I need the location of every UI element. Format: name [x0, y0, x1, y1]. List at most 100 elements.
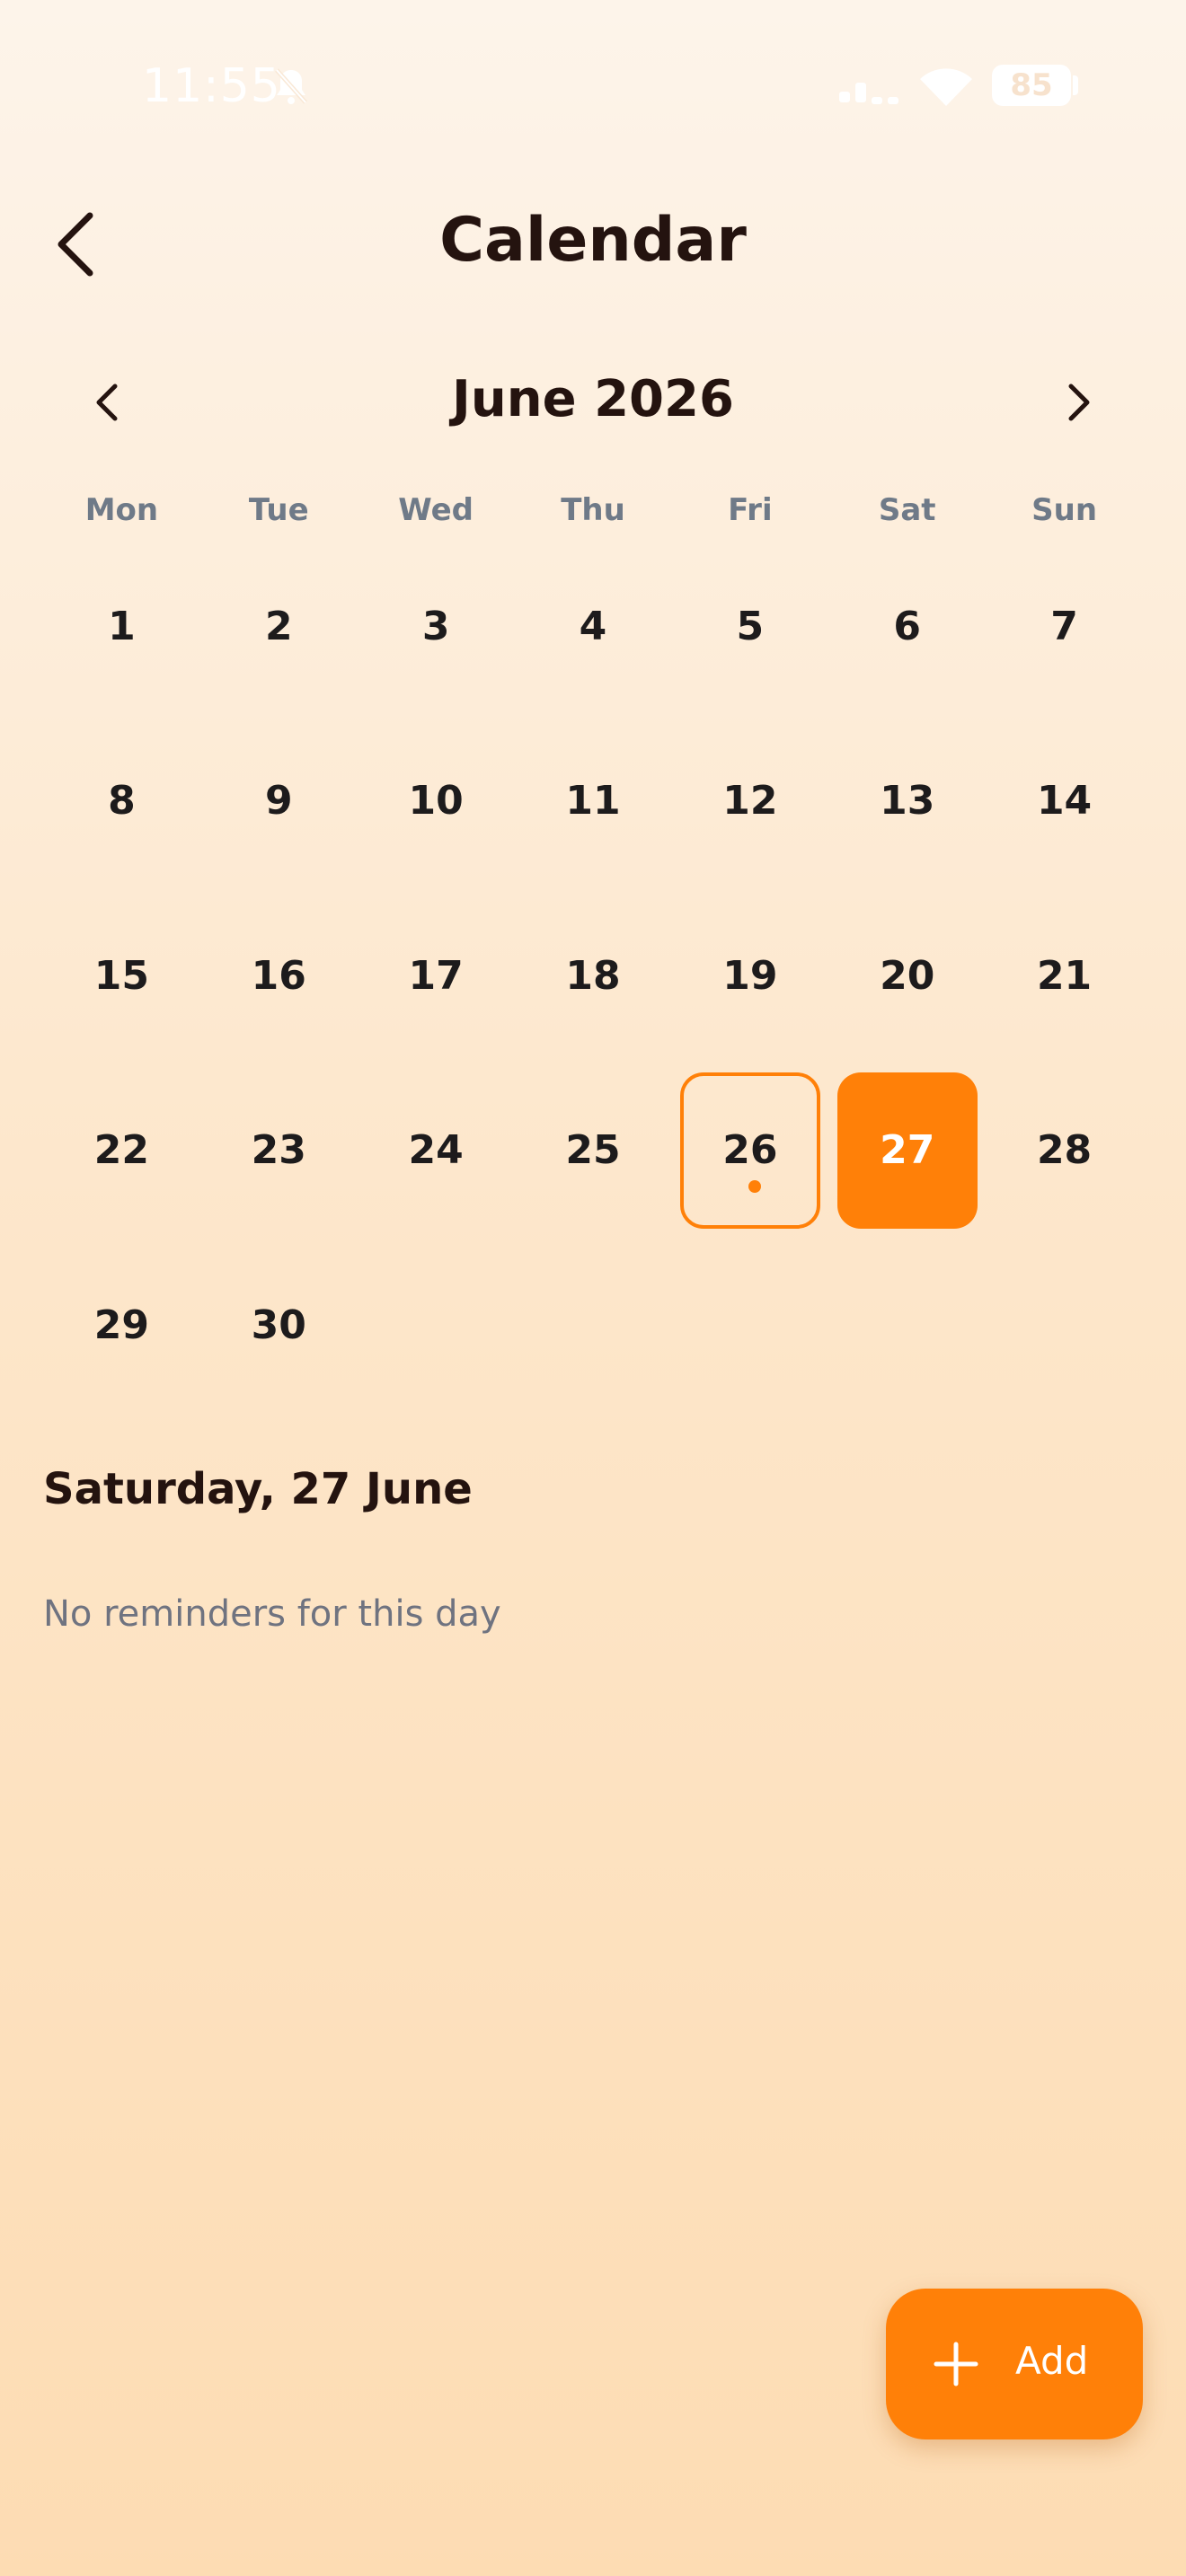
- day-button[interactable]: 30: [208, 1247, 349, 1403]
- day-button[interactable]: 1: [51, 548, 191, 704]
- day-button[interactable]: 13: [837, 723, 978, 879]
- day-button[interactable]: 10: [366, 723, 506, 879]
- day-number: 15: [93, 952, 150, 999]
- day-cell[interactable]: 22: [43, 1063, 200, 1239]
- day-cell[interactable]: 28: [986, 1063, 1143, 1239]
- day-number: 11: [565, 778, 621, 825]
- signal-icon: [839, 83, 898, 104]
- day-number: 27: [880, 1127, 935, 1174]
- calendar-grid: 1 2 3 4 5 6 7 8 9 10 11 12 13 14 15 16 17 18 19 20 21 22 23 24 2…: [43, 539, 1143, 1413]
- day-number: 25: [565, 1127, 621, 1174]
- day-cell[interactable]: 3: [358, 539, 515, 714]
- day-cell[interactable]: 8: [43, 714, 200, 889]
- day-number: 17: [408, 952, 464, 999]
- weekday-label: Fri: [728, 492, 773, 528]
- day-number: 14: [1036, 778, 1093, 825]
- day-cell[interactable]: 2: [200, 539, 358, 714]
- day-cell[interactable]: 20: [828, 888, 986, 1063]
- day-cell[interactable]: 17: [358, 888, 515, 1063]
- chevron-right-icon: [1068, 384, 1090, 421]
- day-number: 9: [264, 778, 293, 825]
- day-cell[interactable]: 5: [671, 539, 828, 714]
- weekday-header-row: Mon Tue Wed Thu Fri Sat Sun: [43, 492, 1143, 535]
- day-button[interactable]: 25: [523, 1072, 663, 1229]
- wifi-icon: [920, 68, 972, 106]
- day-button[interactable]: 5: [680, 548, 820, 704]
- day-button[interactable]: 15: [51, 897, 191, 1054]
- day-cell[interactable]: 1: [43, 539, 200, 714]
- day-cell[interactable]: 6: [828, 539, 986, 714]
- day-cell[interactable]: 14: [986, 714, 1143, 889]
- day-button[interactable]: 18: [523, 897, 663, 1054]
- day-button[interactable]: 9: [208, 723, 349, 879]
- day-button[interactable]: 21: [995, 897, 1135, 1054]
- day-cell[interactable]: 16: [200, 888, 358, 1063]
- day-number: 2: [264, 603, 293, 649]
- day-button[interactable]: 29: [51, 1247, 191, 1403]
- day-cell[interactable]: 30: [200, 1238, 358, 1413]
- page-title: Calendar: [439, 205, 747, 276]
- day-button[interactable]: 3: [366, 548, 506, 704]
- today-day[interactable]: 26: [679, 1072, 820, 1229]
- day-number: 30: [251, 1301, 306, 1348]
- event-indicator-dot: [748, 1179, 761, 1193]
- day-button[interactable]: 23: [208, 1072, 349, 1229]
- battery-icon: 85: [992, 65, 1071, 106]
- day-button[interactable]: 11: [523, 723, 663, 879]
- weekday-label: Thu: [561, 492, 625, 528]
- day-number: 26: [722, 1127, 778, 1174]
- day-button[interactable]: 2: [208, 548, 349, 704]
- add-button-label: Add: [1015, 2339, 1089, 2383]
- day-number: 24: [408, 1127, 464, 1174]
- day-number: 10: [408, 778, 464, 825]
- day-number: 5: [736, 603, 765, 649]
- day-button[interactable]: 20: [837, 897, 978, 1054]
- day-button[interactable]: 12: [680, 723, 820, 879]
- plus-icon: [934, 2342, 978, 2386]
- day-button[interactable]: 14: [995, 723, 1135, 879]
- day-cell[interactable]: 29: [43, 1238, 200, 1413]
- weekday-label: Sun: [1031, 492, 1098, 528]
- day-cell[interactable]: 4: [515, 539, 672, 714]
- day-button[interactable]: 17: [366, 897, 506, 1054]
- add-reminder-button[interactable]: Add: [886, 2289, 1143, 2439]
- day-cell[interactable]: 11: [515, 714, 672, 889]
- day-cell[interactable]: 15: [43, 888, 200, 1063]
- day-cell[interactable]: 12: [671, 714, 828, 889]
- day-number: 21: [1036, 952, 1093, 999]
- next-month-button[interactable]: [1053, 377, 1103, 428]
- selected-day[interactable]: 27: [836, 1072, 978, 1229]
- day-cell[interactable]: 13: [828, 714, 986, 889]
- day-cell[interactable]: 27: [828, 1063, 986, 1239]
- day-button[interactable]: 24: [366, 1072, 506, 1229]
- day-cell[interactable]: 23: [200, 1063, 358, 1239]
- day-number: 4: [579, 603, 607, 649]
- day-cell[interactable]: 7: [986, 539, 1143, 714]
- day-cell[interactable]: 9: [200, 714, 358, 889]
- day-button[interactable]: 19: [680, 897, 820, 1054]
- day-button[interactable]: 28: [995, 1072, 1135, 1229]
- day-number: 18: [565, 952, 621, 999]
- day-cell[interactable]: 21: [986, 888, 1143, 1063]
- day-number: 6: [893, 603, 922, 649]
- day-number: 29: [93, 1301, 150, 1348]
- day-number: 13: [880, 778, 935, 825]
- day-cell[interactable]: 25: [515, 1063, 672, 1239]
- day-button[interactable]: 22: [51, 1072, 191, 1229]
- day-button[interactable]: 7: [995, 548, 1135, 704]
- day-number: 22: [93, 1127, 150, 1174]
- battery-level: 85: [1010, 67, 1053, 103]
- day-cell[interactable]: 24: [358, 1063, 515, 1239]
- day-number: 16: [251, 952, 306, 999]
- weekday-label: Tue: [248, 492, 309, 528]
- status-time: 11:55: [142, 59, 281, 113]
- day-cell[interactable]: 10: [358, 714, 515, 889]
- day-cell[interactable]: 18: [515, 888, 672, 1063]
- day-button[interactable]: 8: [51, 723, 191, 879]
- day-cell[interactable]: 26: [671, 1063, 828, 1239]
- day-button[interactable]: 16: [208, 897, 349, 1054]
- day-button[interactable]: 6: [837, 548, 978, 704]
- day-button[interactable]: 4: [523, 548, 663, 704]
- day-cell[interactable]: 19: [671, 888, 828, 1063]
- weekday-label: Sat: [878, 492, 936, 528]
